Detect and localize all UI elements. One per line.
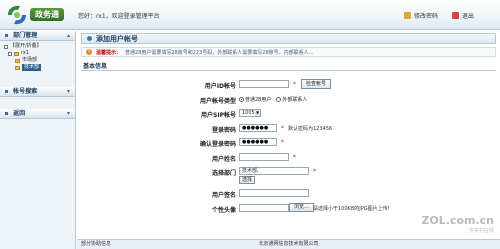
- bullet-icon: [5, 34, 8, 37]
- tip-text: 普通28用户需要填写28账号和223号码，外部联系人需要填写28账号，内部联系人…: [125, 49, 314, 56]
- tree-node-rx1[interactable]: rx1: [4, 50, 75, 57]
- required-mark: *: [281, 139, 284, 146]
- required-mark: *: [293, 153, 296, 161]
- row-name: 用户姓名 *: [81, 151, 496, 166]
- footer-copyright: 北京通网信息技术有限公司: [258, 241, 319, 247]
- dept-management-header[interactable]: 部门管理 ▴: [0, 31, 75, 41]
- avatar-hint: 请选择小于100KB的JPG图片上传!: [313, 205, 390, 212]
- confirm-password-input[interactable]: ●●●●●●: [239, 138, 277, 146]
- sip-select-value: 1005: [242, 110, 255, 116]
- row-sign: 用户签名: [81, 187, 496, 202]
- logout-icon: [452, 12, 459, 19]
- tree-node-label: rx1: [21, 50, 30, 56]
- type-radio-group: 普通28用户 外部联系人: [239, 96, 307, 103]
- expand-box-icon: [4, 44, 8, 49]
- title-icon: [87, 36, 92, 41]
- logout-link[interactable]: 退出: [452, 11, 474, 20]
- check-account-button[interactable]: 检查帐号: [301, 79, 332, 89]
- folder-icon: [15, 58, 20, 63]
- back-header[interactable]: 返回 ▾: [0, 109, 75, 119]
- tree-node-label: 市场部: [22, 57, 38, 63]
- footer-left-text: 部分协助信息: [81, 241, 112, 247]
- tree-toggle-icon: [8, 51, 12, 56]
- info-icon: !: [86, 49, 92, 55]
- avatar-label: 个性头像: [211, 206, 236, 214]
- watermark-main: ZOL.com.cn: [421, 214, 494, 227]
- password-label: 登录密码: [211, 126, 236, 134]
- required-mark: *: [293, 81, 296, 88]
- account-search-label: 帐号搜索: [13, 88, 38, 95]
- folder-icon: [14, 51, 19, 56]
- expand-icon: ▾: [66, 110, 70, 117]
- select-dept-button[interactable]: 选择: [239, 176, 256, 184]
- account-label: 用户ID帐号: [204, 83, 236, 90]
- type-option-normal[interactable]: 普通28用户: [239, 96, 271, 103]
- bullet-icon: [5, 90, 8, 93]
- row-account: 用户ID帐号 * 检查帐号: [81, 78, 496, 93]
- change-password-label: 修改密码: [414, 13, 439, 20]
- watermark: ZOL.com.cn 中关村在线: [421, 214, 494, 234]
- chevron-down-icon: ▼: [255, 110, 260, 116]
- row-password: 登录密码 ●●●●●● * 默认密码为123456: [81, 122, 496, 137]
- account-search-header[interactable]: 帐号搜索 ▾: [0, 87, 75, 97]
- top-header: 政务通 您好：rx1，欢迎登录管理平台 修改密码 退出: [0, 0, 500, 30]
- row-sip: 用户SIP帐号 1005 ▼: [81, 107, 496, 122]
- type-label: 用户帐号类型: [199, 97, 236, 105]
- logout-label: 退出: [462, 13, 475, 20]
- row-type: 用户帐号类型 普通28用户 外部联系人: [81, 93, 496, 108]
- sign-label: 用户签名: [211, 192, 236, 199]
- sip-label: 用户SIP帐号: [201, 112, 236, 119]
- confirm-password-label: 确认登录密码: [199, 141, 236, 148]
- row-dept: 选择部门 技术部, * 选择: [81, 165, 496, 187]
- dept-management-label: 部门管理: [13, 32, 38, 39]
- back-label: 返回: [13, 110, 26, 117]
- watermark-sub: 中关村在线: [468, 228, 494, 234]
- expand-icon: ▾: [66, 88, 70, 95]
- welcome-text: 您好：rx1，欢迎登录管理平台: [78, 13, 160, 20]
- tip-label: 温馨提示：: [96, 49, 122, 56]
- change-password-link[interactable]: 修改密码: [404, 11, 438, 20]
- sign-input[interactable]: [239, 189, 309, 197]
- dept-tree: 【展开/折叠】 rx1 市场部 技术部: [0, 41, 75, 75]
- dept-input[interactable]: 技术部,: [239, 167, 309, 175]
- required-mark: *: [281, 124, 284, 132]
- expand-collapse-label: 【展开/折叠】: [10, 43, 42, 49]
- radio-icon: [239, 96, 244, 102]
- add-user-form: 用户ID帐号 * 检查帐号 用户帐号类型 普通28用户 外部联系人 用户SIP帐…: [81, 78, 496, 216]
- dept-label: 选择部门: [211, 170, 236, 177]
- tree-expand-toggle[interactable]: 【展开/折叠】: [4, 43, 75, 50]
- page-title: 添加用户帐号: [96, 34, 138, 43]
- logo-icon: [8, 5, 26, 25]
- tree-node-tech[interactable]: 技术部: [4, 64, 75, 71]
- avatar-file-input[interactable]: [239, 203, 289, 212]
- footer: 部分协助信息 北京通网信息技术有限公司: [77, 239, 500, 249]
- required-mark: *: [313, 168, 316, 175]
- folder-icon: [15, 65, 20, 70]
- account-input[interactable]: [239, 80, 289, 88]
- tree-node-market[interactable]: 市场部: [4, 57, 75, 64]
- row-confirm: 确认登录密码 ●●●●●● *: [81, 136, 496, 151]
- name-label: 用户姓名: [211, 155, 236, 163]
- key-icon: [404, 12, 411, 19]
- tip-bar: ! 温馨提示： 普通28用户需要填写28账号和223号码，外部联系人需要填写28…: [81, 47, 496, 57]
- password-input[interactable]: ●●●●●●: [239, 123, 277, 132]
- app-logo-text: 政务通: [30, 8, 64, 21]
- password-hint: 默认密码为123456: [288, 125, 333, 132]
- sip-select[interactable]: 1005 ▼: [239, 109, 261, 117]
- page-titlebar: 添加用户帐号: [81, 33, 496, 44]
- tree-node-label: 技术部: [22, 64, 42, 71]
- name-input[interactable]: [239, 152, 289, 161]
- type-option-external[interactable]: 外部联系人: [276, 96, 307, 103]
- section-basic-info: 基本信息: [81, 62, 496, 71]
- bullet-icon: [5, 112, 8, 115]
- sidebar: 部门管理 ▴ 【展开/折叠】 rx1 市场部 技术部 帐号搜索 ▾ 返回 ▾: [0, 31, 76, 249]
- radio-icon: [276, 96, 282, 102]
- collapse-icon: ▴: [66, 32, 70, 39]
- browse-button[interactable]: 浏览...: [289, 202, 314, 212]
